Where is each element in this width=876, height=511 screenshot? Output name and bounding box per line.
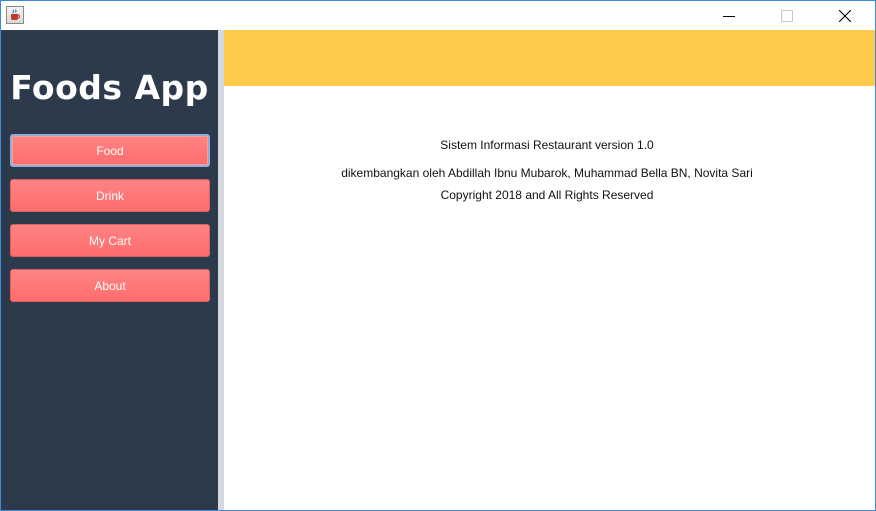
food-button-label: Food (96, 143, 124, 158)
drink-button-label: Drink (95, 188, 124, 203)
title-bar[interactable] (1, 1, 875, 30)
about-copyright: Copyright 2018 and All Rights Reserved (440, 188, 654, 202)
maximize-icon (781, 9, 793, 22)
about-button[interactable]: About (10, 269, 210, 302)
about-app-version: Sistem Informasi Restaurant version 1.0 (440, 138, 654, 152)
header-bar (224, 30, 875, 86)
app-title: Foods App (10, 68, 209, 107)
main-content: Sistem Informasi Restaurant version 1.0 … (224, 30, 875, 510)
minimize-icon (723, 15, 735, 17)
my-cart-button-label: My Cart (89, 233, 131, 248)
minimize-button[interactable] (706, 1, 752, 30)
my-cart-button[interactable]: My Cart (10, 224, 210, 257)
maximize-button[interactable] (764, 1, 810, 30)
about-button-label: About (94, 278, 126, 293)
java-cup-icon[interactable] (6, 6, 24, 24)
app-window: Foods App Food Drink My Cart About Siste… (0, 0, 876, 511)
food-button[interactable]: Food (10, 134, 210, 167)
close-icon (839, 9, 851, 22)
drink-button[interactable]: Drink (10, 179, 210, 212)
close-button[interactable] (822, 1, 868, 30)
about-developers: dikembangkan oleh Abdillah Ibnu Mubarok,… (341, 166, 753, 180)
sidebar: Foods App Food Drink My Cart About (1, 30, 218, 510)
